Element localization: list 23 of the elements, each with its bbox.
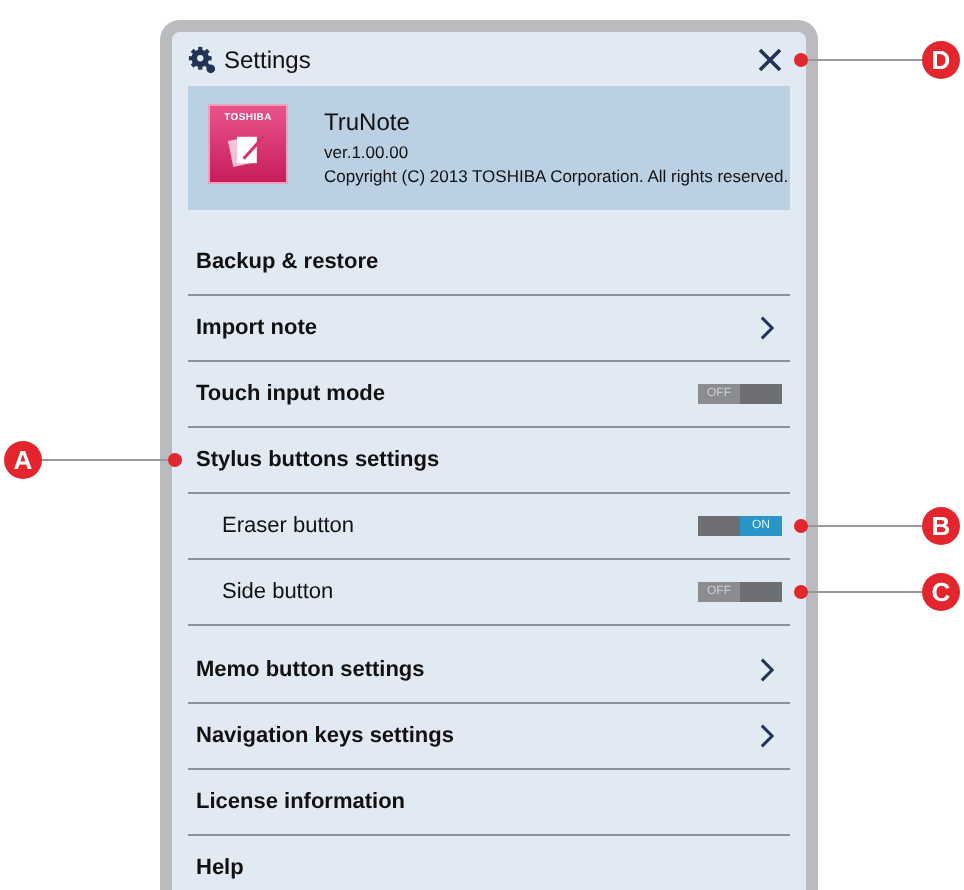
setting-label[interactable]: Import note xyxy=(196,316,317,340)
window-title: Settings xyxy=(224,45,311,73)
close-icon[interactable] xyxy=(758,47,782,71)
setting-label[interactable]: Side button xyxy=(196,580,334,604)
chevron-right-icon[interactable] xyxy=(760,658,774,682)
setting-label[interactable]: Touch input mode xyxy=(196,382,386,406)
app-version: ver.1.00.00 xyxy=(324,140,411,164)
setting-label[interactable]: Backup & restore xyxy=(196,250,379,274)
callout-label: D xyxy=(922,40,960,78)
app-name: TruNote xyxy=(324,108,412,136)
copyright-text: Copyright (C) 2013 TOSHIBA Corporation. All rights reserved. xyxy=(324,164,789,188)
callout-label: A xyxy=(4,441,42,479)
settings-icon xyxy=(188,45,216,73)
callout-label: B xyxy=(922,507,960,545)
setting-label[interactable]: Eraser button xyxy=(196,514,355,538)
callout-label: C xyxy=(922,573,960,611)
chevron-right-icon[interactable] xyxy=(760,316,774,340)
setting-label[interactable]: Navigation keys settings xyxy=(196,724,454,748)
setting-label[interactable]: Memo button settings xyxy=(196,658,425,682)
setting-label[interactable]: License information xyxy=(196,790,406,814)
setting-label[interactable]: Help xyxy=(196,856,244,880)
setting-label[interactable]: Stylus buttons settings xyxy=(196,448,440,472)
chevron-right-icon[interactable] xyxy=(760,724,774,748)
